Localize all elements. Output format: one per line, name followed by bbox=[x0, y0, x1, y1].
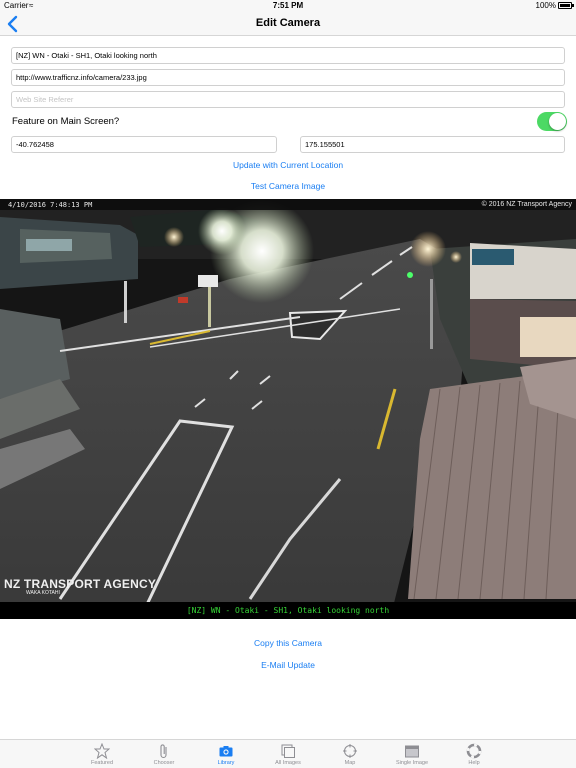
tab-featured[interactable]: Featured bbox=[71, 740, 133, 768]
stacked-images-icon bbox=[281, 744, 295, 758]
camera-timestamp: 4/10/2016 7:48:13 PM bbox=[8, 201, 93, 209]
camera-image: 4/10/2016 7:48:13 PM © 2016 NZ Transport… bbox=[0, 199, 576, 619]
battery-percentage: 100% bbox=[535, 1, 556, 10]
navigation-bar: Edit Camera bbox=[0, 12, 576, 36]
status-time: 7:51 PM bbox=[272, 1, 304, 10]
test-camera-image-button[interactable]: Test Camera Image bbox=[0, 181, 576, 191]
camera-url-field[interactable]: http://www.trafficnz.info/camera/233.jpg bbox=[11, 69, 565, 86]
tab-map[interactable]: Map bbox=[319, 740, 381, 768]
lifebuoy-icon bbox=[466, 743, 482, 759]
tab-label: Single Image bbox=[395, 760, 429, 766]
update-location-button[interactable]: Update with Current Location bbox=[0, 160, 576, 170]
tab-label: Chooser bbox=[153, 760, 175, 766]
tab-label: Map bbox=[344, 760, 356, 766]
longitude-field[interactable]: 175.155501 bbox=[300, 136, 565, 153]
tab-label: Library bbox=[217, 760, 235, 766]
camera-caption: [NZ] WN - Otaki - SH1, Otaki looking nor… bbox=[186, 606, 390, 615]
crosshair-icon bbox=[343, 744, 357, 758]
feature-main-screen-label: Feature on Main Screen? bbox=[12, 116, 120, 127]
logo-text: NZ TRANSPORT AGENCY bbox=[4, 577, 157, 591]
toggle-knob bbox=[549, 113, 566, 130]
tab-chooser[interactable]: Chooser bbox=[133, 740, 195, 768]
status-bar: Carrier ≈ 7:51 PM 100% bbox=[0, 0, 576, 12]
referer-field[interactable]: Web Site Referer bbox=[11, 91, 565, 108]
tab-help[interactable]: Help bbox=[443, 740, 505, 768]
camera-scene bbox=[0, 199, 576, 619]
copy-camera-button[interactable]: Copy this Camera bbox=[0, 638, 576, 648]
tab-label: All Images bbox=[275, 760, 301, 766]
page-title: Edit Camera bbox=[255, 17, 321, 29]
tab-all-images[interactable]: All Images bbox=[257, 740, 319, 768]
camera-name-field[interactable]: [NZ] WN - Otaki - SH1, Otaki looking nor… bbox=[11, 47, 565, 64]
battery-tip bbox=[572, 4, 574, 7]
feature-main-screen-toggle[interactable] bbox=[537, 112, 567, 131]
nz-transport-agency-logo: NZ TRANSPORT AGENCY WAKA KOTAHI bbox=[4, 577, 156, 596]
tab-bar: Featured Chooser Library All Images Map … bbox=[0, 739, 576, 768]
tab-label: Featured bbox=[90, 760, 113, 766]
camera-copyright: © 2016 NZ Transport Agency bbox=[481, 201, 572, 208]
camera-icon bbox=[219, 746, 233, 757]
single-image-icon bbox=[405, 745, 419, 758]
tab-single-image[interactable]: Single Image bbox=[381, 740, 443, 768]
tab-library[interactable]: Library bbox=[195, 740, 257, 768]
tab-label: Help bbox=[468, 760, 480, 766]
battery-icon bbox=[558, 2, 572, 9]
camera-caption-bar: [NZ] WN - Otaki - SH1, Otaki looking nor… bbox=[0, 602, 576, 619]
star-icon bbox=[94, 743, 110, 759]
email-update-button[interactable]: E-Mail Update bbox=[0, 660, 576, 670]
paperclip-icon bbox=[160, 744, 167, 759]
latitude-field[interactable]: -40.762458 bbox=[11, 136, 277, 153]
